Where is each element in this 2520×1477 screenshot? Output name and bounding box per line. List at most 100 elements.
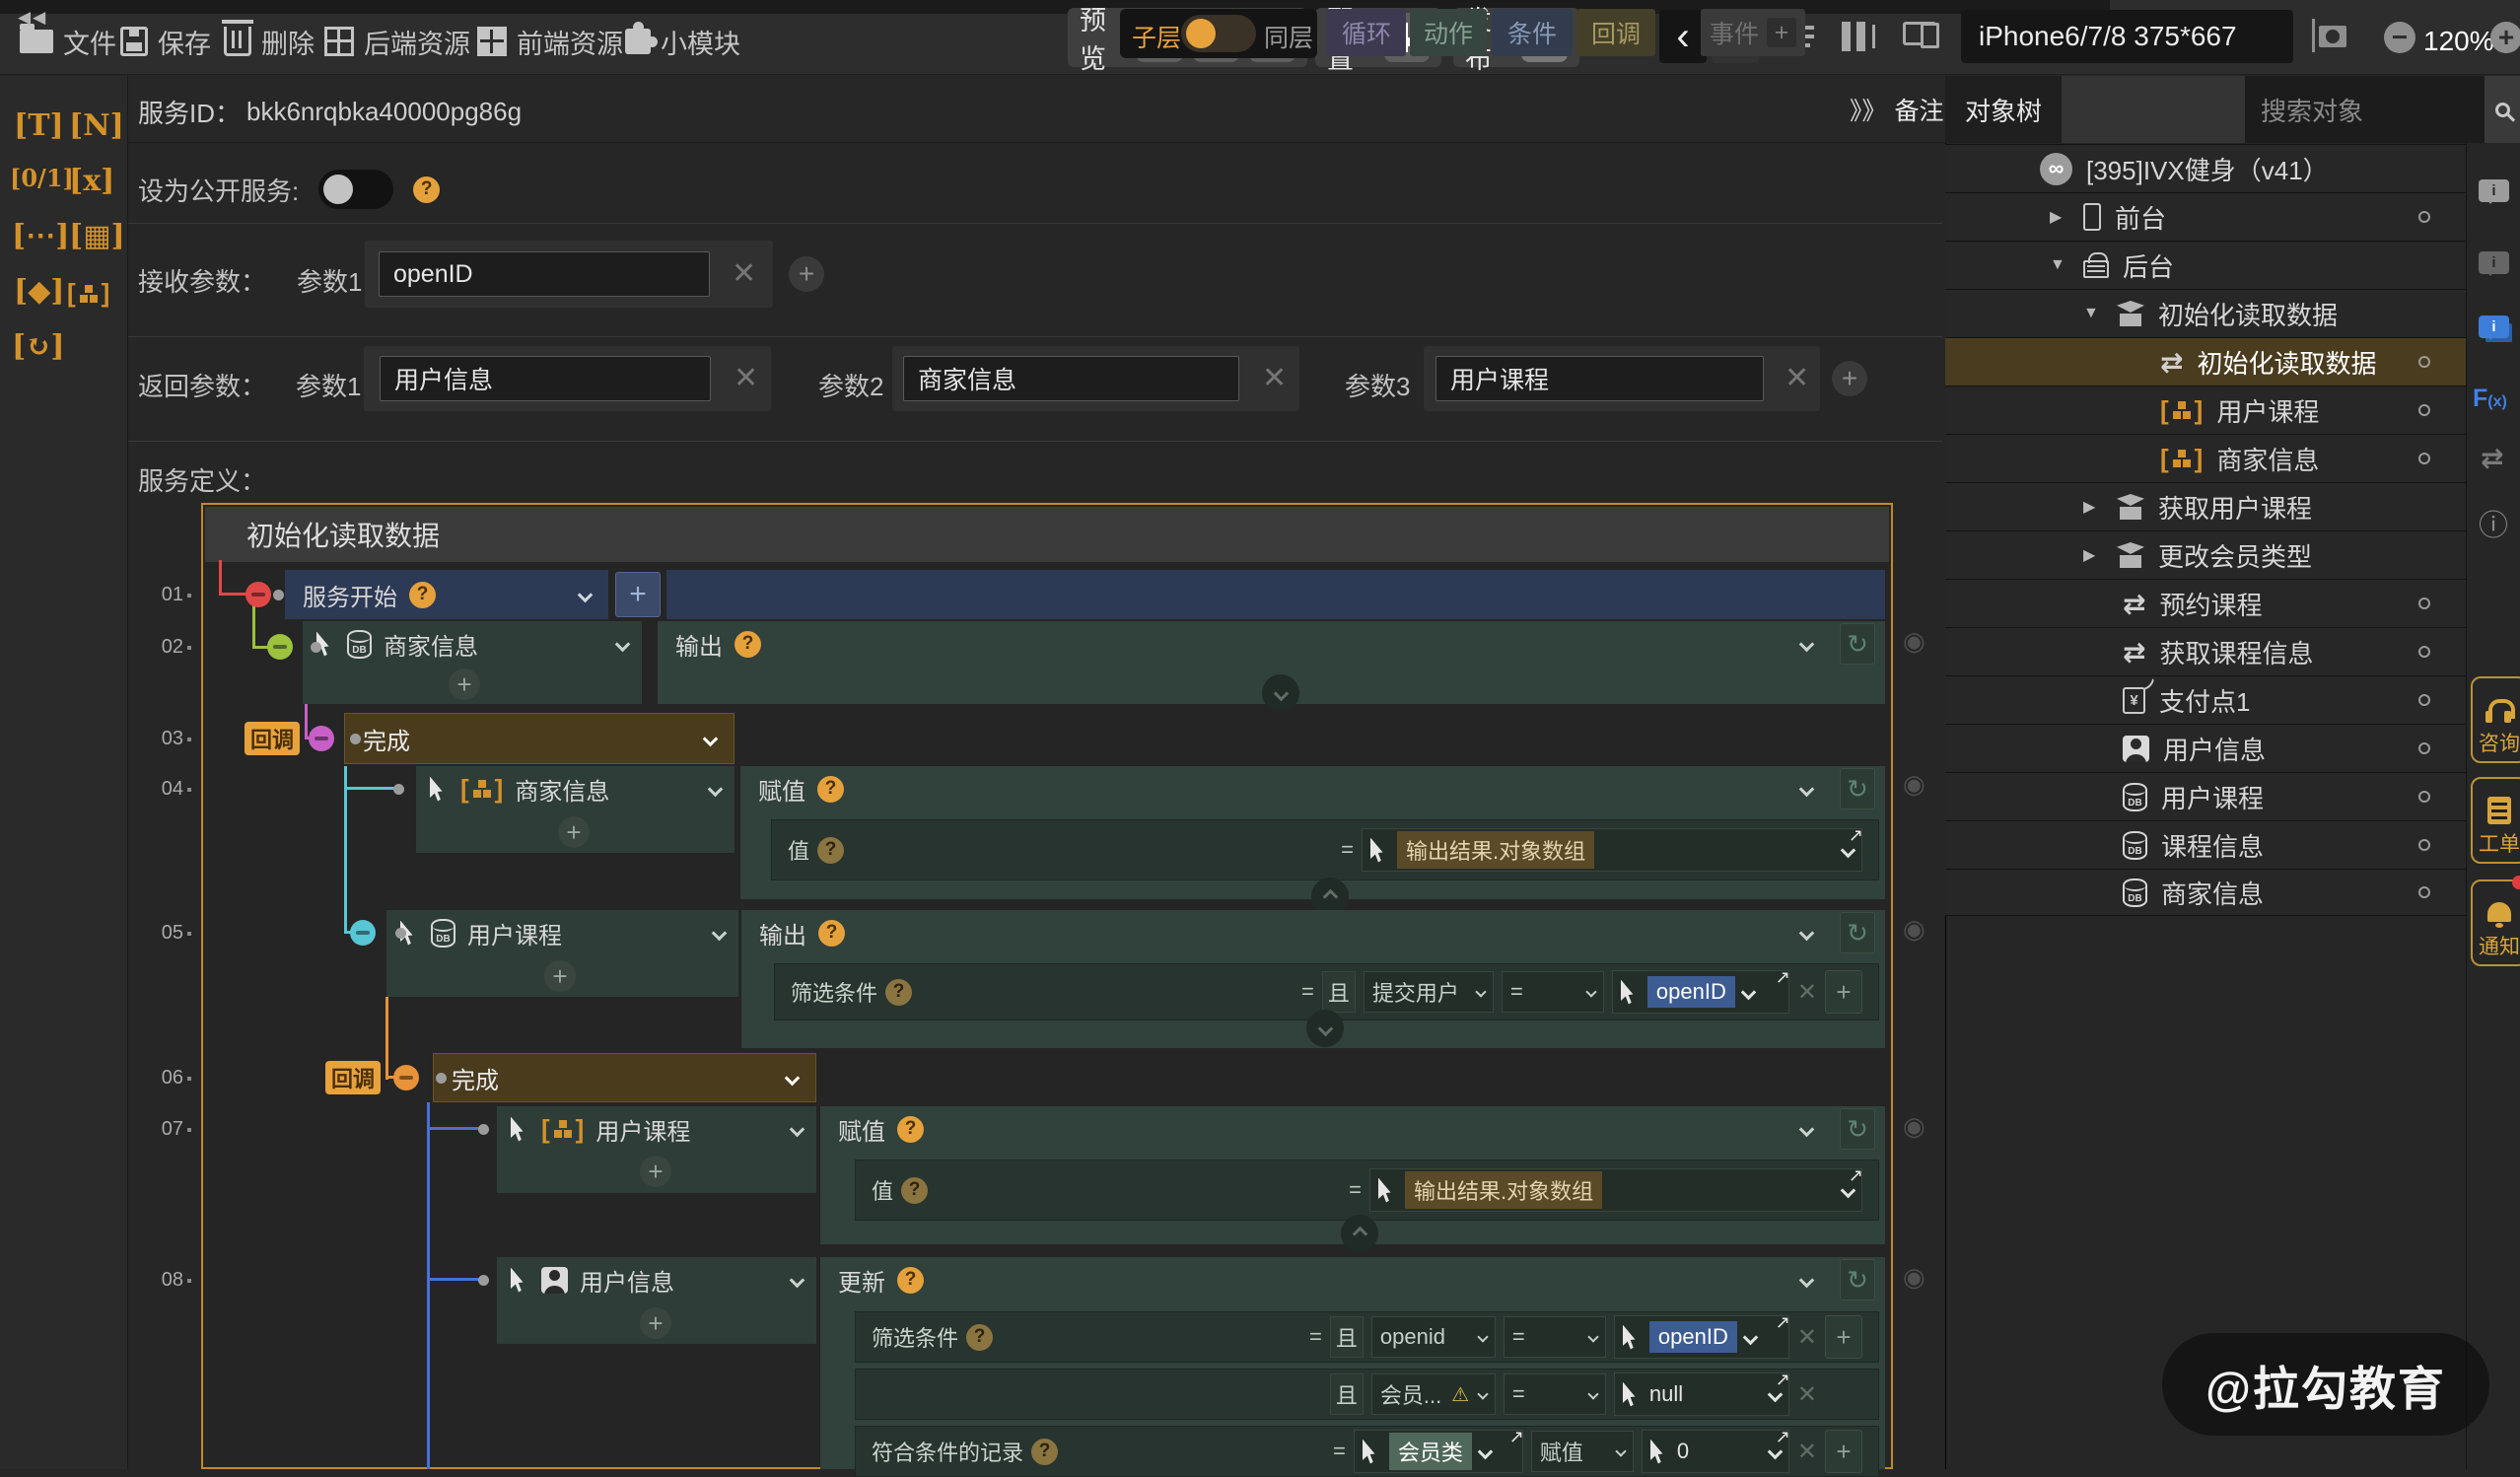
visibility-circle[interactable] [2418, 453, 2430, 464]
field-select[interactable]: 提交用户 [1364, 971, 1494, 1013]
target-marker-icon[interactable]: ◉ [1903, 626, 1925, 657]
chevron-down-icon[interactable] [1478, 1443, 1494, 1459]
chevron-down-icon[interactable] [708, 781, 724, 797]
tree-item-payment[interactable]: ¥ 支付点1 [1945, 675, 2466, 724]
undo-button[interactable]: ‹ [1659, 10, 1707, 63]
expand-icon[interactable]: ↗ [1849, 825, 1863, 846]
expand-icon[interactable]: ↗ [1509, 1427, 1524, 1447]
node-remove-magenta[interactable] [309, 726, 334, 751]
tree-item-usercourse-db[interactable]: 用户课程 [1945, 772, 2466, 820]
return-param3-input[interactable]: 用户课程 [1435, 356, 1764, 401]
tree-item-app[interactable]: ∞ [395]IVX健身（v41） [1945, 144, 2466, 192]
public-service-toggle[interactable] [318, 170, 393, 209]
help-icon[interactable]: ? [409, 582, 436, 608]
help-icon[interactable]: ? [735, 631, 761, 658]
help-icon[interactable]: ? [885, 979, 912, 1006]
remove-condition-icon[interactable]: ✕ [1797, 1438, 1817, 1466]
note-button[interactable]: 》》 备注 [1850, 92, 1944, 127]
operator-select[interactable]: = [1502, 971, 1604, 1013]
caret-right-icon[interactable]: ▶ [2050, 207, 2069, 227]
action-badge[interactable]: 动作 [1410, 9, 1487, 56]
chevron-down-icon[interactable] [1799, 781, 1815, 797]
help-icon[interactable]: ? [897, 1116, 924, 1143]
value-field[interactable]: 输出结果.对象数组 ↗ [1369, 1168, 1862, 1212]
search-button[interactable] [2485, 76, 2520, 143]
expand-icon[interactable]: ↗ [1776, 1312, 1790, 1333]
value-field[interactable]: openID ↗ [1612, 970, 1789, 1014]
caret-down-icon[interactable]: ▼ [2050, 256, 2069, 274]
record-action-select[interactable]: 赋值 [1531, 1431, 1634, 1472]
refresh-icon[interactable]: ↻ [1840, 623, 1875, 665]
receive-param1-input[interactable]: openID [379, 251, 710, 297]
add-condition-button[interactable]: + [1825, 970, 1862, 1014]
caret-down-icon[interactable]: ▼ [2083, 305, 2103, 322]
chevron-down-icon[interactable] [1799, 636, 1815, 652]
return-param2-input[interactable]: 商家信息 [903, 356, 1239, 401]
ticket-button[interactable]: 工单 [2471, 777, 2520, 864]
layer-toggle[interactable] [1181, 15, 1256, 52]
tree-item-courseinfo-db[interactable]: 课程信息 [1945, 820, 2466, 869]
chevron-down-icon[interactable] [1799, 1272, 1815, 1288]
chevron-down-icon[interactable] [1741, 984, 1757, 1000]
expand-icon[interactable]: ↗ [1776, 1427, 1790, 1447]
search-object-input[interactable]: 搜索对象 [2245, 76, 2485, 143]
zoom-out-button[interactable]: − [2384, 22, 2415, 53]
return-param1-remove-icon[interactable]: ✕ [734, 361, 758, 395]
node-remove-cyan[interactable] [350, 920, 376, 946]
caret-right-icon[interactable]: ▶ [2083, 545, 2103, 565]
node-remove-green[interactable] [267, 634, 293, 660]
add-action-button[interactable]: + [640, 1307, 671, 1339]
help-icon[interactable]: ? [1031, 1439, 1058, 1465]
tree-item-userinfo[interactable]: 用户信息 [1945, 724, 2466, 772]
chevron-down-icon[interactable] [615, 636, 631, 652]
field-select[interactable]: openid [1371, 1316, 1496, 1358]
general-variable-icon[interactable]: [x] [69, 164, 114, 198]
chevron-down-icon[interactable] [790, 1121, 805, 1137]
chevron-down-icon[interactable] [703, 731, 719, 746]
visibility-circle[interactable] [2418, 694, 2430, 706]
callback-complete-block[interactable]: 完成 [344, 713, 735, 764]
return-param1-input[interactable]: 用户信息 [380, 356, 711, 401]
object-variable-icon[interactable]: [◆] [14, 274, 64, 309]
value-field[interactable]: openID ↗ [1614, 1315, 1789, 1359]
visibility-circle[interactable] [2418, 791, 2430, 803]
operator-select[interactable]: = [1504, 1373, 1606, 1415]
value-field[interactable]: 输出结果.对象数组 ↗ [1362, 828, 1862, 872]
visibility-circle[interactable] [2418, 839, 2430, 851]
help-icon[interactable]: ? [901, 1177, 928, 1204]
refresh-icon[interactable]: ↻ [1840, 1108, 1875, 1150]
help-icon[interactable]: ? [817, 776, 844, 803]
trigger-icon[interactable]: [↻] [12, 329, 65, 364]
table-array-icon[interactable]: [▦] [69, 219, 125, 253]
value-field[interactable]: null ↗ [1614, 1372, 1789, 1416]
chevron-down-icon[interactable] [712, 925, 728, 941]
tree-item-merchantinfo-db[interactable]: 商家信息 [1945, 869, 2466, 916]
caret-right-icon[interactable]: ▶ [2083, 497, 2103, 517]
collapse-up-icon[interactable] [1341, 1215, 1378, 1252]
operator-select[interactable]: = [1504, 1316, 1606, 1358]
expand-icon[interactable]: ↗ [1776, 967, 1790, 988]
boolean-variable-icon[interactable]: [0/1] [10, 164, 74, 192]
info-circle-icon[interactable]: ⓘ [2479, 501, 2508, 544]
target-marker-icon[interactable]: ◉ [1903, 769, 1925, 800]
event-button[interactable]: 事件 + [1701, 9, 1805, 56]
save-button[interactable]: 保存 [120, 24, 211, 59]
remove-condition-icon[interactable]: ✕ [1797, 1323, 1817, 1352]
delete-button[interactable]: 删除 [224, 24, 315, 59]
tree-item-backend[interactable]: ▼ 后台 [1945, 241, 2466, 289]
public-service-help-icon[interactable]: ? [413, 176, 440, 203]
add-action-button[interactable]: + [449, 668, 480, 700]
refresh-icon[interactable]: ↻ [1840, 912, 1875, 953]
array-icon[interactable]: [⋯] [12, 219, 69, 253]
remove-condition-icon[interactable]: ✕ [1797, 1380, 1817, 1409]
number-variable-icon[interactable]: [N] [69, 108, 124, 143]
add-receive-param-button[interactable]: + [789, 256, 824, 292]
loop-badge[interactable]: 循环 [1327, 9, 1406, 56]
return-param3-remove-icon[interactable]: ✕ [1785, 361, 1809, 395]
chevron-down-icon[interactable] [790, 1272, 805, 1288]
condition-badge[interactable]: 条件 [1492, 9, 1573, 56]
tree-item-usercourse-array[interactable]: 用户课程 [1945, 386, 2466, 434]
tree-item-init-folder[interactable]: ▼ 初始化读取数据 [1945, 289, 2466, 337]
tree-item-courseinfo-service[interactable]: ⇄ 获取课程信息 [1945, 627, 2466, 675]
device-mode-icon[interactable] [1903, 22, 1936, 45]
